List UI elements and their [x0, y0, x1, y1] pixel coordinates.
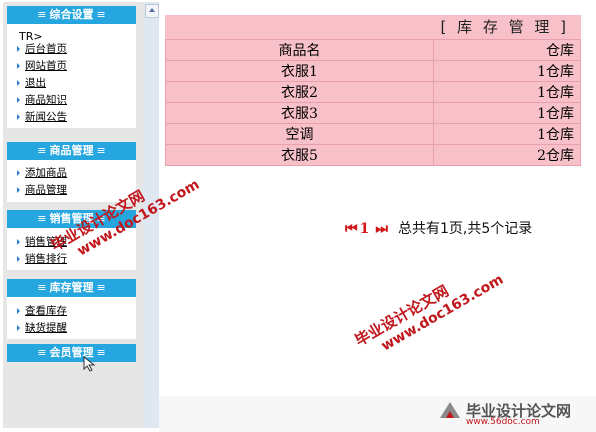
bullet-arrow-icon	[17, 325, 20, 331]
column-header-product: 商品名	[165, 39, 434, 61]
mouse-cursor-icon	[83, 356, 96, 372]
cell-product: 衣服1	[165, 60, 434, 82]
pagination: ⏮ 1 ⏭ 总共有1页,共5个记录	[345, 218, 532, 238]
sidebar-item-news[interactable]: 新闻公告	[17, 110, 67, 124]
eq-icon: ≡	[96, 346, 106, 359]
table-header-row: 商品名 仓库	[165, 39, 581, 61]
eq-icon: ≡	[37, 346, 47, 359]
bullet-arrow-icon	[17, 239, 20, 245]
cell-product: 空调	[165, 123, 434, 145]
main-content: [ 库 存 管 理 ] 商品名 仓库 衣服1 1仓库 衣服2 1仓库 衣服3 1…	[159, 2, 581, 428]
watermark-logo: 毕业设计论文网 www.56doc.com	[438, 398, 588, 428]
cell-warehouse: 1仓库	[433, 123, 581, 145]
section-header-inventory[interactable]: ≡ 库存管理 ≡	[7, 279, 136, 297]
bullet-arrow-icon	[17, 46, 20, 52]
section-header-members[interactable]: ≡ 会员管理 ≡	[7, 344, 136, 362]
bullet-arrow-icon	[17, 114, 20, 120]
sidebar-item-admin-home[interactable]: 后台首页	[17, 42, 67, 56]
bullet-arrow-icon	[17, 170, 20, 176]
table-row: 空调 1仓库	[165, 123, 581, 145]
bullet-arrow-icon	[17, 80, 20, 86]
sidebar-item-manage-products[interactable]: 商品管理	[17, 183, 67, 197]
table-row: 衣服2 1仓库	[165, 81, 581, 103]
eq-icon: ≡	[96, 144, 106, 157]
section-header-products[interactable]: ≡ 商品管理 ≡	[7, 142, 136, 160]
cell-product: 衣服2	[165, 81, 434, 103]
table-row: 衣服5 2仓库	[165, 144, 581, 166]
eq-icon: ≡	[37, 212, 47, 225]
sidebar-item-logout[interactable]: 退出	[17, 76, 46, 90]
bullet-arrow-icon	[17, 256, 20, 262]
table-row: 衣服3 1仓库	[165, 102, 581, 124]
bullet-arrow-icon	[17, 187, 20, 193]
page-number-link[interactable]: 1	[360, 221, 370, 237]
inventory-table-panel: [ 库 存 管 理 ] 商品名 仓库 衣服1 1仓库 衣服2 1仓库 衣服3 1…	[165, 15, 581, 166]
cell-warehouse: 2仓库	[433, 144, 581, 166]
table-row: 衣服1 1仓库	[165, 60, 581, 82]
logo-icon	[440, 402, 460, 418]
sidebar-item-view-inventory[interactable]: 查看库存	[17, 304, 67, 318]
cell-warehouse: 1仓库	[433, 102, 581, 124]
eq-icon: ≡	[96, 281, 106, 294]
sidebar-item-stock-alert[interactable]: 缺货提醒	[17, 321, 67, 335]
bullet-arrow-icon	[17, 97, 20, 103]
record-summary: 总共有1页,共5个记录	[397, 221, 533, 237]
bullet-arrow-icon	[17, 308, 20, 314]
cell-warehouse: 1仓库	[433, 60, 581, 82]
cell-warehouse: 1仓库	[433, 81, 581, 103]
bullet-arrow-icon	[17, 63, 20, 69]
cell-product: 衣服3	[165, 102, 434, 124]
table-title: [ 库 存 管 理 ]	[440, 18, 569, 36]
section-header-settings[interactable]: ≡ 综合设置 ≡	[7, 6, 136, 24]
last-page-icon[interactable]: ⏭	[375, 221, 388, 237]
sidebar-item-site-home[interactable]: 网站首页	[17, 59, 67, 73]
first-page-icon[interactable]: ⏮	[345, 221, 358, 237]
eq-icon: ≡	[37, 144, 47, 157]
inventory-table: 商品名 仓库 衣服1 1仓库 衣服2 1仓库 衣服3 1仓库 空调 1仓库 衣服…	[165, 39, 581, 166]
eq-icon: ≡	[37, 281, 47, 294]
eq-icon: ≡	[37, 8, 47, 21]
sidebar-item-product-knowledge[interactable]: 商品知识	[17, 93, 67, 107]
eq-icon: ≡	[96, 8, 106, 21]
cell-product: 衣服5	[165, 144, 434, 166]
scroll-up-arrow-icon[interactable]	[145, 4, 159, 18]
column-header-warehouse: 仓库	[433, 39, 581, 61]
sidebar-item-add-product[interactable]: 添加商品	[17, 166, 67, 180]
